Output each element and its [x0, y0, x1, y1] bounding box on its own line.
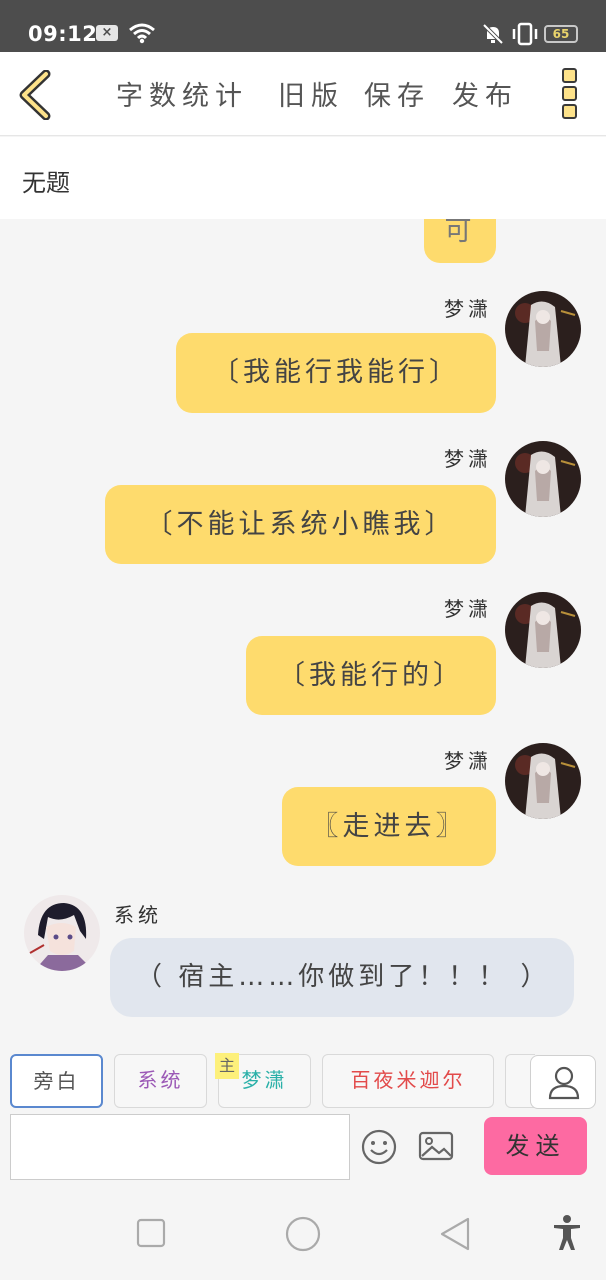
emoji-button[interactable]	[360, 1128, 398, 1170]
status-bar: 09:12 × 65	[0, 0, 606, 52]
document-title: 无题	[22, 169, 70, 197]
system-nav-bar	[0, 1188, 606, 1280]
chat-bubble: 〔我能行我能行〕	[176, 333, 496, 413]
avatar-mengxiao[interactable]	[505, 291, 581, 367]
chevron-left-icon	[19, 69, 51, 121]
chat-bubble-text: 可	[444, 219, 476, 247]
top-toolbar: 字数统计 旧版 保存 发布	[0, 52, 606, 136]
back-button[interactable]	[14, 69, 60, 121]
chat-bubble-text: 〔我能行我能行〕	[212, 357, 460, 388]
notification-close-icon: ×	[96, 25, 118, 41]
chat-bubble: 〔不能让系统小瞧我〕	[105, 485, 496, 564]
composer-panel: 旁白 系统 主 梦潇 百夜米迦尔 发送	[0, 1030, 606, 1188]
mute-bell-icon	[482, 23, 504, 49]
chat-bubble-text: 〖走进去〗	[311, 811, 467, 842]
role-tab-system[interactable]: 系统	[114, 1054, 207, 1108]
role-tab-narration[interactable]: 旁白	[10, 1054, 103, 1108]
status-time: 09:12	[28, 22, 98, 46]
chat-bubble-text: 〔不能让系统小瞧我〕	[145, 509, 456, 540]
vibrate-icon	[510, 22, 540, 50]
sender-name: 梦潇	[444, 447, 492, 471]
role-tab-label: 梦潇	[241, 1068, 288, 1092]
send-button[interactable]: 发送	[484, 1117, 587, 1175]
person-icon	[548, 1066, 580, 1100]
smiley-icon	[361, 1129, 397, 1165]
chat-area[interactable]: 可 梦潇 〔我能行我能行〕 梦潇 〔不能让系统小瞧我〕 梦潇 〔我能行的〕 梦潇…	[0, 219, 606, 1030]
sender-name: 梦潇	[444, 597, 492, 621]
save-button[interactable]: 保存	[364, 74, 430, 113]
chat-bubble: （ 宿主……你做到了！！！ ）	[110, 938, 574, 1017]
avatar-system[interactable]	[24, 895, 100, 971]
role-tab-label: 系统	[137, 1068, 184, 1092]
role-tab-label: 百夜米迦尔	[350, 1068, 466, 1092]
image-icon	[418, 1131, 454, 1161]
battery-icon: 65	[544, 25, 578, 43]
recents-icon[interactable]	[136, 1218, 166, 1248]
back-triangle-icon[interactable]	[438, 1216, 472, 1252]
avatar-mengxiao[interactable]	[505, 743, 581, 819]
wifi-icon	[128, 22, 156, 48]
title-row[interactable]: 无题	[0, 137, 606, 219]
avatar-mengxiao[interactable]	[505, 441, 581, 517]
chat-bubble: 〔我能行的〕	[246, 636, 496, 715]
chat-bubble-text: 〔我能行的〕	[278, 660, 464, 691]
chat-bubble-text: （ 宿主……你做到了！！！ ）	[136, 962, 551, 992]
message-input[interactable]	[10, 1114, 350, 1180]
add-role-button[interactable]	[530, 1055, 596, 1109]
role-tab-main[interactable]: 主 梦潇	[215, 1053, 311, 1108]
avatar-mengxiao[interactable]	[505, 592, 581, 668]
accessibility-icon[interactable]	[552, 1214, 582, 1252]
home-icon[interactable]	[284, 1215, 322, 1253]
more-menu-button[interactable]	[556, 68, 582, 122]
chat-bubble-partial: 可	[424, 219, 496, 263]
role-tab-label: 旁白	[33, 1069, 80, 1093]
word-count-button[interactable]: 字数统计	[116, 74, 248, 113]
sender-name: 梦潇	[444, 749, 492, 773]
sender-name: 梦潇	[444, 297, 492, 321]
role-tab-other[interactable]: 百夜米迦尔	[322, 1054, 494, 1108]
main-role-badge: 主	[215, 1053, 239, 1079]
image-button[interactable]	[418, 1130, 454, 1166]
publish-button[interactable]: 发布	[452, 74, 518, 113]
sender-name: 系统	[114, 903, 162, 927]
old-version-button[interactable]: 旧版	[278, 74, 344, 113]
chat-bubble: 〖走进去〗	[282, 787, 496, 866]
